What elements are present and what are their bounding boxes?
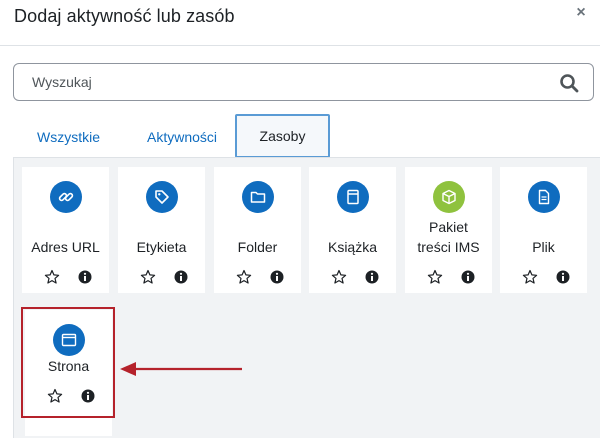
tag-icon <box>145 181 178 213</box>
resource-card-label[interactable]: Etykieta <box>118 167 205 293</box>
info-icon[interactable] <box>173 269 189 285</box>
tab-resources[interactable]: Zasoby <box>235 114 330 158</box>
resource-label: Pakiet treści IMS <box>417 219 480 255</box>
close-icon[interactable]: × <box>572 4 590 22</box>
search-input[interactable] <box>14 64 554 100</box>
link-icon <box>49 181 82 213</box>
tab-all[interactable]: Wszystkie <box>17 114 120 158</box>
resource-label: Etykieta <box>136 239 187 255</box>
resource-label: Adres URL <box>31 239 100 255</box>
info-icon[interactable] <box>460 269 476 285</box>
info-icon[interactable] <box>269 269 285 285</box>
star-icon[interactable] <box>331 269 347 285</box>
resource-label: Książka <box>327 239 378 255</box>
resource-card-file[interactable]: Plik <box>500 167 587 293</box>
dialog-title: Dodaj aktywność lub zasób <box>14 6 235 26</box>
search-box <box>13 63 594 101</box>
resource-card-book[interactable]: Książka <box>309 167 396 293</box>
star-icon[interactable] <box>236 269 252 285</box>
resource-card-folder[interactable]: Folder <box>214 167 301 293</box>
star-icon[interactable] <box>44 269 60 285</box>
package-icon <box>432 181 465 213</box>
info-icon[interactable] <box>555 269 571 285</box>
star-icon[interactable] <box>522 269 538 285</box>
star-icon[interactable] <box>140 269 156 285</box>
resource-card-url[interactable]: Adres URL <box>22 167 109 293</box>
star-icon[interactable] <box>427 269 443 285</box>
dialog-header: Dodaj aktywność lub zasób × <box>0 0 600 46</box>
file-icon <box>527 181 560 213</box>
info-icon[interactable] <box>364 269 380 285</box>
resource-label: Folder <box>237 239 278 255</box>
info-icon[interactable] <box>77 269 93 285</box>
resource-label: Plik <box>532 239 555 255</box>
tab-activities[interactable]: Aktywności <box>125 114 239 158</box>
pointer-arrow-icon <box>120 362 242 376</box>
tab-bar: Wszystkie Aktywności Zasoby <box>13 114 600 158</box>
search-icon[interactable] <box>559 73 579 93</box>
resource-card-ims-package[interactable]: Pakiet treści IMS <box>405 167 492 293</box>
book-icon <box>336 181 369 213</box>
highlight-box <box>21 307 115 418</box>
folder-icon <box>241 181 274 213</box>
